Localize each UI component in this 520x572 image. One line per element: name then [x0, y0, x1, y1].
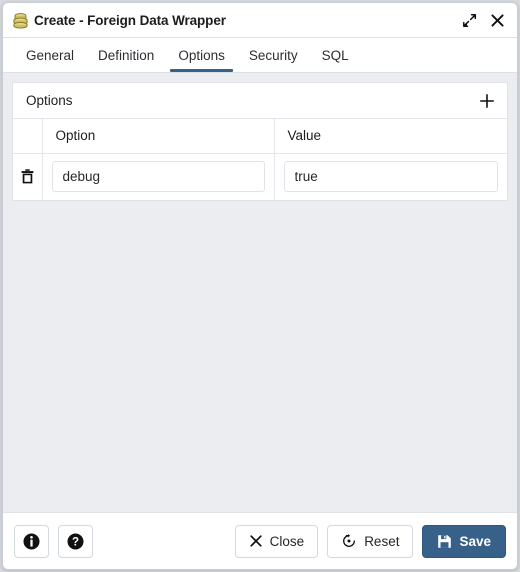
question-circle-icon: ?: [67, 533, 84, 550]
tab-sql[interactable]: SQL: [310, 38, 361, 72]
options-table-body: [13, 153, 507, 200]
database-stack-icon: [12, 12, 29, 29]
options-panel-title: Options: [26, 93, 73, 108]
tab-definition[interactable]: Definition: [86, 38, 166, 72]
tab-security-label: Security: [248, 47, 298, 63]
info-circle-icon: [23, 533, 40, 550]
footer-right-actions: Close Reset Save: [234, 524, 506, 558]
value-input[interactable]: [283, 161, 498, 193]
options-table: Option Value: [13, 119, 507, 200]
dialog-footer: ? Close Reset Save: [3, 512, 517, 569]
options-table-header-row: Option Value: [13, 119, 507, 154]
svg-text:?: ?: [72, 536, 79, 548]
tab-content-options: Options Option Value: [3, 73, 517, 512]
row-option-cell: [41, 153, 274, 200]
title-bar: Create - Foreign Data Wrapper: [3, 3, 517, 38]
options-panel: Options Option Value: [12, 82, 508, 201]
row-delete-cell: [13, 153, 42, 200]
reset-button-label: Reset: [364, 533, 400, 549]
option-input-wrap: [43, 161, 274, 193]
tab-options[interactable]: Options: [166, 38, 237, 72]
tab-options-label: Options: [178, 47, 225, 63]
trash-icon[interactable]: [21, 169, 34, 184]
close-button-label: Close: [269, 533, 305, 549]
row-value-cell: [273, 153, 508, 200]
reset-circular-arrow-icon: [341, 533, 357, 549]
close-icon[interactable]: [490, 13, 505, 28]
info-button[interactable]: [14, 524, 49, 558]
tab-bar: General Definition Options Security SQL: [3, 38, 517, 73]
column-header-delete: [13, 119, 42, 154]
column-header-value: Value: [273, 119, 507, 154]
options-table-head: Option Value: [13, 119, 507, 154]
tab-general-label: General: [26, 47, 75, 63]
table-row: [13, 153, 507, 200]
x-icon: [249, 534, 263, 548]
title-bar-left: Create - Foreign Data Wrapper: [12, 12, 462, 29]
reset-button[interactable]: Reset: [327, 524, 414, 558]
column-header-option: Option: [41, 119, 274, 154]
plus-icon[interactable]: [478, 92, 496, 110]
window-title: Create - Foreign Data Wrapper: [34, 12, 226, 28]
save-button-label: Save: [459, 533, 491, 549]
floppy-disk-icon: [437, 534, 452, 549]
tab-general[interactable]: General: [14, 38, 86, 72]
options-panel-header: Options: [13, 83, 507, 119]
tab-security[interactable]: Security: [237, 38, 310, 72]
value-input-wrap: [275, 161, 508, 193]
option-input[interactable]: [51, 161, 265, 193]
tab-definition-label: Definition: [98, 47, 155, 63]
close-button[interactable]: Close: [234, 524, 319, 558]
help-button[interactable]: ?: [58, 524, 93, 558]
dialog-window: Create - Foreign Data Wrapper General De: [2, 2, 518, 570]
save-button[interactable]: Save: [422, 524, 506, 558]
footer-left-actions: ?: [14, 524, 93, 558]
tab-sql-label: SQL: [321, 47, 349, 63]
expand-diagonal-icon[interactable]: [462, 13, 477, 28]
title-bar-actions: [462, 13, 505, 28]
